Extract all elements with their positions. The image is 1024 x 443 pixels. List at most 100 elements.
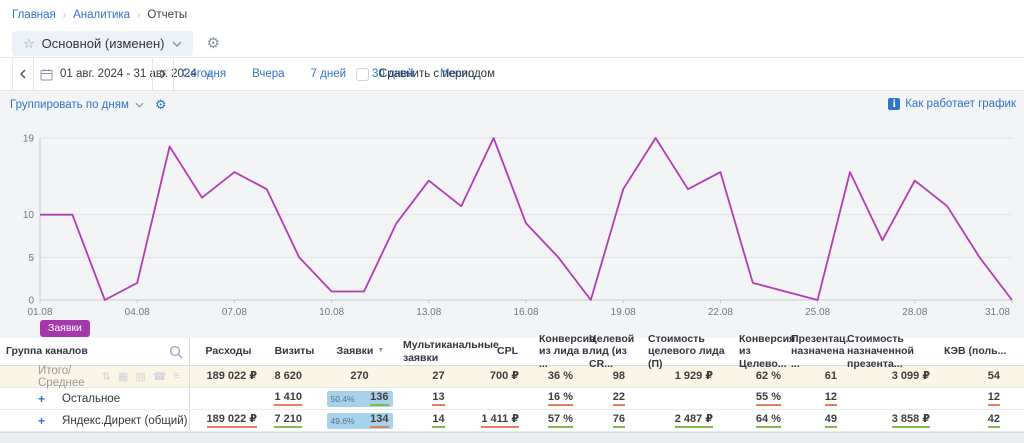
breadcrumb-home-link[interactable]: Главная [12,9,56,21]
leads-share-bar[interactable]: 50.4% 136 [327,391,393,407]
column-header-target-lead-cost[interactable]: Стоимость целевого лида (П) [642,338,733,365]
cell-value-link[interactable]: 136 [370,392,388,406]
phone-icon[interactable]: ☎ [153,370,167,383]
bar-chart-icon[interactable]: ▥ [135,370,145,383]
column-header-cpl[interactable]: CPL [480,338,533,365]
chevron-down-icon[interactable] [135,102,144,108]
group-by-days-dropdown[interactable]: Группировать по дням [10,99,129,111]
cell-presentation-scheduled: 49 [785,410,841,431]
cell-target-lead: 76 [583,410,642,431]
breadcrumb-current: Отчеты [147,9,187,21]
channel-name[interactable]: Остальное [62,393,120,405]
column-header-label: CPL [497,345,518,357]
cell-value: 98 [613,371,625,383]
column-header-presentation-scheduled[interactable]: Презентац... назначена ... [785,338,841,365]
y-axis-tick-label: 19 [23,134,35,145]
grid-icon[interactable]: ▦ [118,370,128,383]
prev-period-button[interactable] [13,58,33,90]
totals-cell-leads: 270 [322,366,397,387]
cell-value: 1 929 ₽ [675,371,713,383]
cell-value-link[interactable]: 14 [432,414,444,428]
preset-today[interactable]: Сегодня [182,68,226,80]
cell-value-link[interactable]: 7 210 [274,414,302,428]
column-header-kev[interactable]: КЭВ (поль... [938,338,1024,365]
table-row[interactable]: + Остальное 1 410 50.4% 136 13 16 % 22 55 % 12 12 [0,388,1024,410]
x-axis-tick-label: 25.08 [805,307,830,318]
cell-value-link[interactable]: 22 [613,392,625,406]
preset-yesterday[interactable]: Вчера [252,68,284,80]
chart-help-link[interactable]: i Как работает график [888,98,1016,110]
totals-cell-presentation-cost: 3 099 ₽ [841,366,938,387]
cell-value-link[interactable]: 2 487 ₽ [675,414,713,428]
cell-target-lead: 22 [583,388,642,409]
cell-value-link[interactable]: 16 % [548,392,573,406]
preset-7-days[interactable]: 7 дней [311,68,346,80]
compare-period-label: Сравнить с периодом [379,68,495,80]
channel-name-cell: + Остальное [0,388,190,409]
breadcrumb: Главная › Аналитика › Отчеты [12,9,187,21]
cell-value-link[interactable]: 189 022 ₽ [207,414,257,428]
expand-row-icon[interactable]: + [38,392,45,406]
leads-line-chart[interactable]: 05101901.0804.0807.0810.0813.0816.0819.0… [0,91,1024,338]
column-header-expenses[interactable]: Расходы [190,338,265,365]
cell-value: 270 [350,371,368,383]
next-period-button[interactable] [153,58,173,90]
report-selector-button[interactable]: ☆ Основной (изменен) [12,31,193,56]
cell-value-link[interactable]: 3 858 ₽ [892,414,930,428]
breadcrumb-analytics-link[interactable]: Аналитика [73,9,130,21]
cell-value-link[interactable]: 64 % [756,414,781,428]
leads-share-bar[interactable]: 49.6%134 [327,413,393,429]
compare-period-checkbox[interactable] [356,68,369,81]
star-icon[interactable]: ☆ [23,37,35,50]
table-row-totals[interactable]: Итого/Среднее⇅▦▥☎≡189 022 ₽8 62027027700… [0,366,1024,388]
channel-name[interactable]: Яндекс.Директ (общий) [62,415,187,427]
column-header-label: Заявки [337,345,374,357]
cell-value-link[interactable]: 55 % [756,392,781,406]
cell-value-link[interactable]: 42 [988,414,1000,428]
totals-cell-target-conversion: 62 % [733,366,785,387]
table-row[interactable]: + Яндекс.Директ (общий) 189 022 ₽ 7 210 49.6… [0,410,1024,432]
column-header-leads[interactable]: Заявки▼ [322,338,397,365]
x-axis-tick-label: 16.08 [513,307,538,318]
column-header-lead-conversion[interactable]: Конверсия из лида в ... [533,338,583,365]
column-header-presentation-cost[interactable]: Стоимость назначенной презента... [841,338,938,365]
info-icon: i [888,98,900,110]
column-header-label: КЭВ (поль... [944,345,1006,357]
cell-value: 27 [432,371,444,383]
column-header-visits[interactable]: Визиты [265,338,322,365]
totals-row-icons: ⇅ ▦ ▥ ☎ ≡ [102,370,180,383]
chart-section: 05101901.0804.0807.0810.0813.0816.0819.0… [0,91,1024,338]
list-icon[interactable]: ≡ [173,370,179,383]
cell-value-link[interactable]: 1 411 ₽ [481,414,519,428]
y-axis-tick-label: 0 [28,296,34,307]
column-header-target-lead[interactable]: Целевой лид (из CR... [583,338,642,365]
share-percent: 50.4% [331,394,355,404]
chart-help-label: Как работает график [905,98,1016,110]
sort-icon[interactable]: ⇅ [102,370,111,383]
cell-value-link[interactable]: 12 [825,392,837,406]
breadcrumb-separator: › [137,10,140,21]
column-header-label: Группа каналов [6,345,88,357]
chart-settings-gear-icon[interactable]: ⚙ [155,98,167,111]
cell-kev: 12 [938,388,1024,409]
legend-badge-leads[interactable]: Заявки [40,320,90,337]
cell-value-link[interactable]: 13 [432,392,444,406]
expand-row-icon[interactable]: + [38,414,45,428]
cell-value: 62 % [756,371,781,383]
cell-value-link[interactable]: 49 [825,414,837,428]
column-header-multichannel-leads[interactable]: Мультиканальные заявки [397,338,480,365]
cell-value-link[interactable]: 12 [988,392,1000,406]
cell-multichannel-leads: 13 [397,388,480,409]
report-selector-label: Основной (изменен) [42,36,165,51]
cell-value-link[interactable]: 134 [370,414,388,428]
search-icon[interactable] [169,345,183,359]
cell-value-link[interactable]: 1 410 [274,392,302,406]
column-header-channel-group[interactable]: Группа каналов [0,338,190,365]
cell-presentation-cost: 3 858 ₽ [841,410,938,431]
cell-value-link[interactable]: 76 [613,414,625,428]
column-header-target-conversion[interactable]: Конверсия из Целево... [733,338,785,365]
totals-cell-expenses: 189 022 ₽ [190,366,265,387]
x-axis-tick-label: 13.08 [416,307,441,318]
cell-value-link[interactable]: 57 % [548,414,573,428]
report-settings-gear-icon[interactable]: ⚙ [207,36,220,51]
